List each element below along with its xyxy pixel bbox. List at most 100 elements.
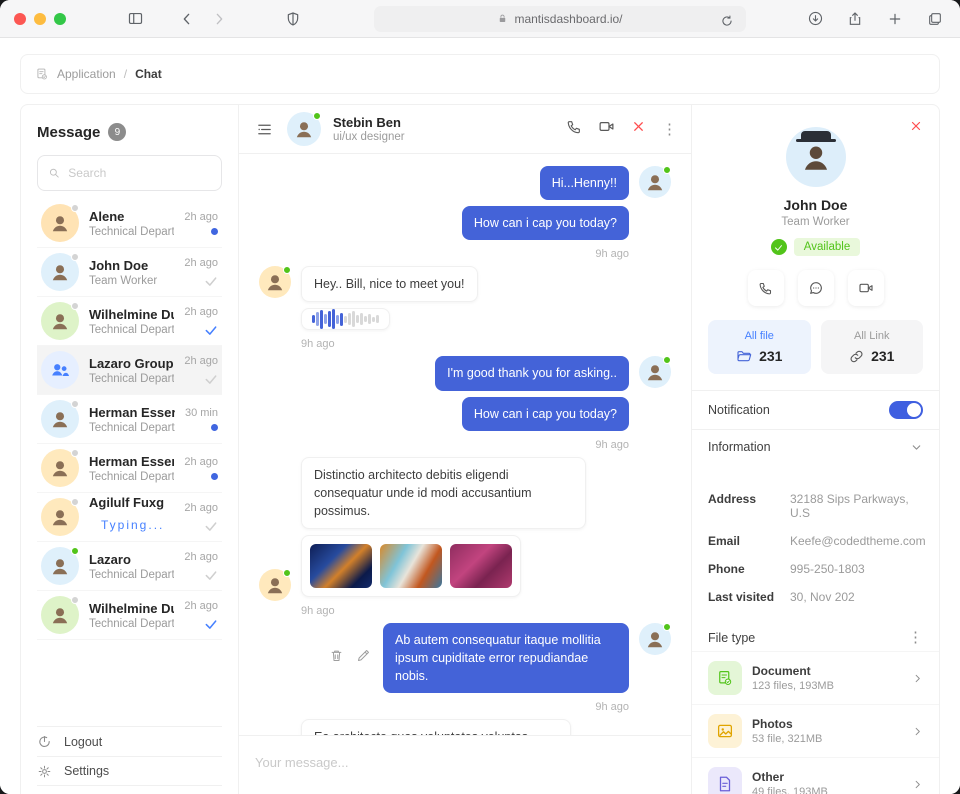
list-item[interactable]: Lazaro Technical Department 2h ago (37, 542, 222, 591)
logout-button[interactable]: Logout (37, 726, 222, 756)
avatar (259, 266, 291, 298)
file-type-menu-icon[interactable]: ⋮ (908, 630, 923, 645)
call-icon[interactable] (566, 119, 582, 140)
avatar (639, 356, 671, 388)
file-type-row[interactable]: Other 49 files, 193MB (692, 757, 939, 794)
message-composer[interactable] (239, 735, 691, 794)
contact-time: 2h ago (184, 306, 218, 318)
message-group-received: Hey.. Bill, nice to meet you! 9h ago (259, 266, 671, 350)
contact-name: Wilhelmine Durrg (89, 307, 174, 322)
attachment-image[interactable] (310, 544, 372, 588)
other-file-icon (708, 767, 742, 794)
forward-button[interactable] (208, 8, 230, 30)
contact-role: Technical Department (89, 471, 174, 483)
avatar (41, 302, 79, 340)
chevron-right-icon (912, 726, 923, 737)
profile-call-button[interactable] (748, 270, 784, 306)
profile-role: Team Worker (708, 216, 923, 228)
message-bubble[interactable]: Ab autem consequatur itaque mollitia ips… (383, 623, 629, 693)
conversation-menu-icon[interactable] (253, 118, 275, 140)
more-options-icon[interactable]: ⋮ (662, 122, 677, 137)
settings-button[interactable]: Settings (37, 756, 222, 786)
all-files-count: 231 (759, 348, 782, 364)
back-button[interactable] (176, 8, 198, 30)
browser-window: mantisdashboard.io/ Application / Chat M… (0, 0, 960, 794)
list-item-selected[interactable]: Lazaro Group Technical Department 2h ago (37, 346, 222, 395)
breadcrumb-section[interactable]: Application (57, 67, 116, 81)
window-controls[interactable] (14, 13, 66, 25)
message-time: 9h ago (595, 701, 629, 713)
message-group-sent: I'm good thank you for asking.. How can … (259, 356, 671, 450)
close-chat-icon[interactable] (631, 119, 646, 139)
list-item[interactable]: Wilhelmine Durrg Technical Department 2h… (37, 297, 222, 346)
privacy-shield-icon[interactable] (282, 8, 304, 30)
folder-icon (736, 348, 752, 364)
zoom-window-button[interactable] (54, 13, 66, 25)
notification-toggle[interactable] (889, 401, 923, 419)
notification-label: Notification (708, 403, 770, 417)
profile-message-button[interactable] (798, 270, 834, 306)
settings-label: Settings (64, 764, 109, 778)
list-item[interactable]: Herman Essertg Technical Department 2h a… (37, 444, 222, 493)
file-type-row[interactable]: Photos 53 file, 321MB (692, 704, 939, 757)
available-check-icon (771, 239, 787, 255)
message-time: 9h ago (301, 338, 335, 350)
address-bar[interactable]: mantisdashboard.io/ (374, 6, 746, 32)
attachment-image[interactable] (450, 544, 512, 588)
file-type-row[interactable]: Document 123 files, 193MB (692, 651, 939, 704)
delete-message-icon[interactable] (329, 648, 344, 668)
search-box[interactable] (37, 155, 222, 191)
message-time: 9h ago (595, 248, 629, 260)
profile-name: John Doe (708, 197, 923, 213)
address-value: 32188 Sips Parkways, U.S (790, 492, 923, 520)
search-input[interactable] (68, 166, 211, 180)
close-window-button[interactable] (14, 13, 26, 25)
contact-time: 2h ago (184, 456, 218, 468)
unread-dot (211, 424, 218, 431)
video-call-icon[interactable] (598, 118, 615, 140)
share-icon[interactable] (844, 8, 866, 30)
message-sidebar: Message 9 Alene Technical Department (21, 105, 239, 794)
information-row[interactable]: Information (692, 429, 939, 464)
list-item[interactable]: Agilulf Fuxg Typing... 2h ago (37, 493, 222, 542)
avatar (259, 569, 291, 601)
all-files-card[interactable]: All file 231 (708, 320, 811, 374)
list-item[interactable]: Alene Technical Department 2h ago (37, 199, 222, 248)
list-item[interactable]: John Doe Team Worker 2h ago (37, 248, 222, 297)
downloads-icon[interactable] (804, 8, 826, 30)
message-bubble[interactable]: Distinctio architecto debitis eligendi c… (301, 457, 586, 529)
reload-icon[interactable] (716, 10, 738, 32)
message-bubble[interactable]: I'm good thank you for asking.. (435, 356, 629, 390)
list-item[interactable]: Wilhelmine Durrg Technical Department 2h… (37, 591, 222, 640)
message-list[interactable]: Hi...Henny!! How can i cap you today? 9h… (239, 154, 691, 735)
sidebar-toggle-icon[interactable] (124, 8, 146, 30)
message-bubble[interactable]: How can i cap you today? (462, 397, 629, 431)
contact-name: Lazaro Group (89, 356, 174, 371)
information-label: Information (708, 440, 771, 454)
peer-avatar (287, 112, 321, 146)
profile-video-button[interactable] (848, 270, 884, 306)
file-type-meta: 123 files, 193MB (752, 680, 902, 692)
file-type-name: Photos (752, 717, 902, 731)
file-type-meta: 53 file, 321MB (752, 733, 902, 745)
edit-message-icon[interactable] (356, 648, 371, 668)
message-bubble[interactable]: How can i cap you today? (462, 206, 629, 240)
message-input[interactable] (255, 755, 675, 770)
email-label: Email (708, 534, 790, 548)
tab-overview-icon[interactable] (924, 8, 946, 30)
attachment-image[interactable] (380, 544, 442, 588)
all-links-card[interactable]: All Link 231 (821, 320, 924, 374)
minimize-window-button[interactable] (34, 13, 46, 25)
url-text: mantisdashboard.io/ (514, 12, 622, 26)
avatar (639, 166, 671, 198)
avatar (41, 498, 79, 536)
voice-note-bubble[interactable] (301, 308, 390, 330)
message-bubble[interactable]: Hi...Henny!! (540, 166, 629, 200)
message-bubble[interactable]: Ea architecto quas voluptates voluptas e… (301, 719, 571, 735)
list-item[interactable]: Herman Essertg Technical Department 30 m… (37, 395, 222, 444)
avatar (41, 204, 79, 242)
check-icon (204, 274, 218, 288)
new-tab-icon[interactable] (884, 8, 906, 30)
contact-role: Team Worker (89, 275, 174, 287)
message-bubble[interactable]: Hey.. Bill, nice to meet you! (301, 266, 478, 302)
